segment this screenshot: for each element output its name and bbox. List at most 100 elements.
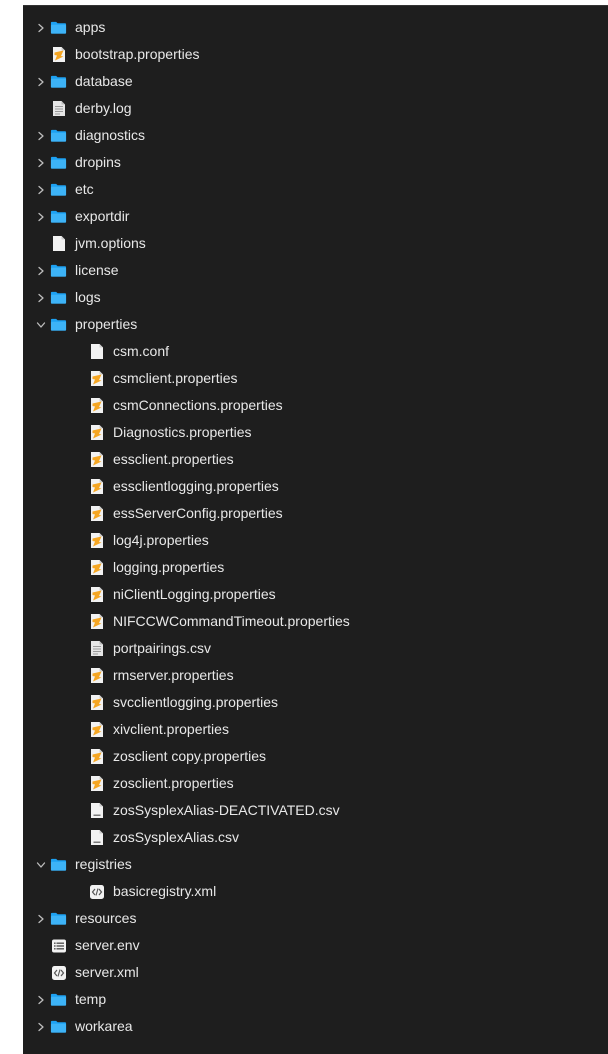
item-label: license [75,262,119,278]
file-row[interactable]: csmConnections.properties [23,392,608,419]
file-row[interactable]: server.xml [23,959,608,986]
file-row[interactable]: logging.properties [23,554,608,581]
file-row[interactable]: csmclient.properties [23,365,608,392]
folder-row[interactable]: workarea [23,1013,608,1040]
file-row[interactable]: derby.log [23,95,608,122]
file-row[interactable]: zosclient copy.properties [23,743,608,770]
folder-icon [50,73,67,90]
chevron-right-icon[interactable] [33,263,49,279]
folder-icon [50,127,67,144]
item-label: portpairings.csv [113,640,212,656]
csv-file-icon [88,829,105,846]
chevron-right-icon[interactable] [33,74,49,90]
file-row[interactable]: server.env [23,932,608,959]
file-row[interactable]: essclient.properties [23,446,608,473]
folder-icon [50,262,67,279]
folder-icon [50,316,67,333]
file-row[interactable]: jvm.options [23,230,608,257]
properties-file-icon [88,478,105,495]
file-row[interactable]: svcclientlogging.properties [23,689,608,716]
chevron-right-icon[interactable] [33,911,49,927]
file-row[interactable]: NIFCCWCommandTimeout.properties [23,608,608,635]
item-label: resources [75,910,137,926]
folder-icon [50,208,67,225]
file-row[interactable]: portpairings.csv [23,635,608,662]
properties-file-icon [88,748,105,765]
file-row[interactable]: niClientLogging.properties [23,581,608,608]
item-label: server.env [75,937,140,953]
file-browser-window: apps bootstrap.properties database derby.lo… [23,5,608,1054]
item-label: jvm.options [75,235,146,251]
item-label: NIFCCWCommandTimeout.properties [113,613,350,629]
item-label: Diagnostics.properties [113,424,252,440]
properties-file-icon [88,613,105,630]
item-label: svcclientlogging.properties [113,694,278,710]
properties-file-icon [50,46,67,63]
chevron-right-icon[interactable] [33,20,49,36]
folder-icon [50,991,67,1008]
file-row[interactable]: zosclient.properties [23,770,608,797]
item-label: apps [75,19,106,35]
chevron-right-icon[interactable] [33,128,49,144]
blank-file-icon [88,343,105,360]
chevron-down-icon[interactable] [33,317,49,333]
properties-file-icon [88,532,105,549]
chevron-right-icon[interactable] [33,155,49,171]
item-label: diagnostics [75,127,146,143]
folder-row[interactable]: etc [23,176,608,203]
folder-row[interactable]: database [23,68,608,95]
folder-row[interactable]: diagnostics [23,122,608,149]
folder-icon [50,1018,67,1035]
folder-row[interactable]: temp [23,986,608,1013]
blank-file-icon [50,235,67,252]
item-label: dropins [75,154,121,170]
file-row[interactable]: basicregistry.xml [23,878,608,905]
file-row[interactable]: essServerConfig.properties [23,500,608,527]
item-label: registries [75,856,132,872]
folder-row[interactable]: resources [23,905,608,932]
file-row[interactable]: bootstrap.properties [23,41,608,68]
item-label: xivclient.properties [113,721,229,737]
item-label: rmserver.properties [113,667,234,683]
folder-row[interactable]: logs [23,284,608,311]
properties-file-icon [88,721,105,738]
text-file-icon [88,640,105,657]
csv-file-icon [88,802,105,819]
folder-row[interactable]: dropins [23,149,608,176]
chevron-down-icon[interactable] [33,857,49,873]
folder-row[interactable]: properties [23,311,608,338]
chevron-right-icon[interactable] [33,209,49,225]
chevron-right-icon[interactable] [33,290,49,306]
properties-file-icon [88,424,105,441]
chevron-right-icon[interactable] [33,1019,49,1035]
folder-icon [50,910,67,927]
folder-row[interactable]: apps [23,14,608,41]
folder-row[interactable]: registries [23,851,608,878]
chevron-right-icon[interactable] [33,182,49,198]
xml-file-icon [50,964,67,981]
folder-row[interactable]: license [23,257,608,284]
item-label: temp [75,991,107,1007]
file-row[interactable]: xivclient.properties [23,716,608,743]
properties-file-icon [88,451,105,468]
file-row[interactable]: Diagnostics.properties [23,419,608,446]
file-tree: apps bootstrap.properties database derby.lo… [23,14,608,1040]
file-row[interactable]: zosSysplexAlias-DEACTIVATED.csv [23,797,608,824]
chevron-right-icon[interactable] [33,992,49,1008]
item-label: log4j.properties [113,532,209,548]
file-row[interactable]: zosSysplexAlias.csv [23,824,608,851]
xml-file-icon [88,883,105,900]
item-label: zosSysplexAlias-DEACTIVATED.csv [113,802,340,818]
file-row[interactable]: log4j.properties [23,527,608,554]
item-label: logging.properties [113,559,225,575]
item-label: server.xml [75,964,139,980]
file-row[interactable]: csm.conf [23,338,608,365]
folder-row[interactable]: exportdir [23,203,608,230]
file-row[interactable]: rmserver.properties [23,662,608,689]
file-row[interactable]: essclientlogging.properties [23,473,608,500]
folder-icon [50,289,67,306]
item-label: workarea [75,1018,133,1034]
properties-file-icon [88,397,105,414]
item-label: zosclient.properties [113,775,234,791]
item-label: essServerConfig.properties [113,505,283,521]
